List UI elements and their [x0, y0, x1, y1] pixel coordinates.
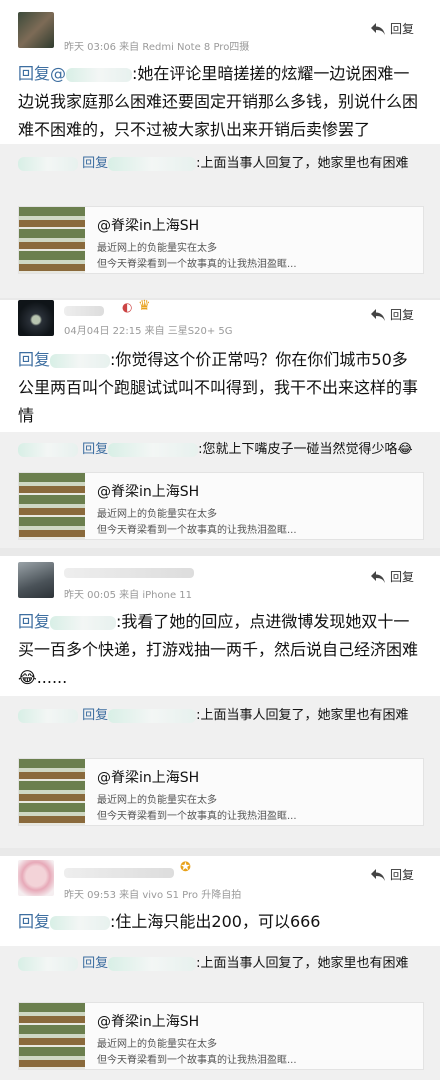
- linked-post-card[interactable]: @脊梁in上海SH 最近网上的负能量实在太多 但今天脊梁看到一个故事真的让我热泪…: [18, 1002, 424, 1070]
- avatar[interactable]: [18, 562, 54, 598]
- ellipsis: ......: [36, 668, 68, 687]
- quote-prefix[interactable]: 回复: [82, 442, 108, 457]
- post-desc-line2: 但今天脊梁看到一个故事真的让我热泪盈眶...: [97, 811, 297, 822]
- emoji-icon: 😂: [18, 668, 37, 687]
- blurred-username: [108, 442, 199, 457]
- reply-icon: [370, 22, 385, 35]
- quoted-reply: 回复 :上面当事人回复了，她家里也有困难 @脊梁in上海SH 最近网上的负能量实在…: [0, 144, 440, 298]
- quoted-reply: 回复 :上面当事人回复了，她家里也有困难 @脊梁in上海SH 最近网上的负能量实在…: [0, 946, 440, 1080]
- reply-button[interactable]: 回复: [370, 20, 414, 37]
- post-desc-line1: 最近网上的负能量实在太多: [97, 1039, 217, 1050]
- post-title: @脊梁in上海SH: [97, 770, 200, 786]
- vip-badge-icon: ◐: [122, 300, 133, 314]
- username[interactable]: [64, 568, 194, 578]
- username[interactable]: [64, 868, 174, 878]
- quote-text: 回复 :您就上下嘴皮子一碰当然觉得少咯😂: [18, 438, 422, 462]
- username[interactable]: [64, 306, 104, 316]
- quote-prefix[interactable]: 回复: [82, 156, 108, 171]
- blurred-username: [108, 156, 197, 171]
- post-desc-line2: 但今天脊梁看到一个故事真的让我热泪盈眶...: [97, 259, 297, 270]
- post-title: @脊梁in上海SH: [97, 218, 200, 234]
- blurred-username: [50, 615, 117, 630]
- blurred-username: [66, 67, 133, 82]
- blurred-username: [108, 956, 197, 971]
- blurred-username: [18, 442, 78, 457]
- comment-body: :住上海只能出200，可以666: [110, 912, 321, 931]
- quoted-reply: 回复 :上面当事人回复了，她家里也有困难 @脊梁in上海SH 最近网上的负能量实在…: [0, 696, 440, 848]
- comment-text: 回复:我看了她的回应，点进微博发现她双十一买一百多个快递，打游戏抽一两千，然后说…: [18, 608, 422, 692]
- reply-label: 回复: [389, 308, 414, 322]
- reply-icon: [370, 570, 385, 583]
- quote-body: :上面当事人回复了，她家里也有困难: [196, 156, 409, 171]
- reply-label: 回复: [389, 570, 414, 584]
- linked-post-card[interactable]: @脊梁in上海SH 最近网上的负能量实在太多 但今天脊梁看到一个故事真的让我热泪…: [18, 206, 424, 274]
- quote-text: 回复 :上面当事人回复了，她家里也有困难: [18, 704, 422, 728]
- comment-meta: 昨天 03:06 来自 Redmi Note 8 Pro四摄: [64, 42, 250, 53]
- reply-icon: [370, 308, 385, 321]
- comment-card: ✪ 昨天 09:53 来自 vivo S1 Pro 升降自拍 回复 回复 :住上海…: [0, 856, 440, 946]
- post-desc-line1: 最近网上的负能量实在太多: [97, 509, 217, 520]
- blurred-username: [18, 956, 78, 971]
- reply-prefix[interactable]: 回复: [18, 350, 50, 369]
- reply-prefix[interactable]: 回复@: [18, 64, 66, 83]
- reply-icon: [370, 868, 385, 881]
- reply-button[interactable]: 回复: [370, 568, 414, 585]
- blurred-username: [108, 708, 197, 723]
- comment-text: 回复@:她在评论里暗搓搓的炫耀一边说困难一边说我家庭那么困难还要固定开销那么多钱…: [18, 60, 422, 144]
- post-desc-line1: 最近网上的负能量实在太多: [97, 243, 217, 254]
- post-thumbnail: [19, 759, 85, 825]
- verified-badge-icon: ✪: [180, 860, 191, 875]
- emoji-icon: 😂: [397, 442, 413, 457]
- quote-body: :上面当事人回复了，她家里也有困难: [196, 708, 409, 723]
- quote-text: 回复 :上面当事人回复了，她家里也有困难: [18, 152, 422, 176]
- avatar[interactable]: [18, 300, 54, 336]
- reply-button[interactable]: 回复: [370, 866, 414, 883]
- blurred-username: [50, 353, 111, 368]
- comment-card: 昨天 03:06 来自 Redmi Note 8 Pro四摄 回复 回复@:她在…: [0, 0, 440, 144]
- blurred-username: [18, 156, 78, 171]
- quote-body: :您就上下嘴皮子一碰当然觉得少咯: [198, 442, 398, 457]
- post-thumbnail: [19, 473, 85, 539]
- blurred-username: [18, 708, 78, 723]
- post-thumbnail: [19, 1003, 85, 1069]
- reply-label: 回复: [389, 868, 414, 882]
- post-desc-line1: 最近网上的负能量实在太多: [97, 795, 217, 806]
- post-title: @脊梁in上海SH: [97, 484, 200, 500]
- quoted-reply: 回复 :您就上下嘴皮子一碰当然觉得少咯😂 @脊梁in上海SH 最近网上的负能量实在…: [0, 432, 440, 548]
- reply-label: 回复: [389, 22, 414, 36]
- blurred-username: [50, 915, 111, 930]
- comment-meta: 昨天 00:05 来自 iPhone 11: [64, 590, 193, 601]
- quote-prefix[interactable]: 回复: [82, 708, 108, 723]
- reply-button[interactable]: 回复: [370, 306, 414, 323]
- comment-text: 回复 :住上海只能出200，可以666: [18, 908, 422, 936]
- comment-card: 昨天 00:05 来自 iPhone 11 回复 回复:我看了她的回应，点进微博…: [0, 556, 440, 696]
- post-desc-line2: 但今天脊梁看到一个故事真的让我热泪盈眶...: [97, 1055, 297, 1066]
- comment-meta: 04月04日 22:15 来自 三星S20+ 5G: [64, 326, 233, 337]
- reply-prefix[interactable]: 回复: [18, 612, 50, 631]
- comment-meta: 昨天 09:53 来自 vivo S1 Pro 升降自拍: [64, 890, 242, 901]
- reply-prefix[interactable]: 回复: [18, 912, 50, 931]
- post-desc-line2: 但今天脊梁看到一个故事真的让我热泪盈眶...: [97, 525, 297, 536]
- quote-prefix[interactable]: 回复: [82, 956, 108, 971]
- comment-text: 回复:你觉得这个价正常吗？你在你们城市50多公里两百叫个跑腿试试叫不叫得到，我干…: [18, 346, 422, 430]
- crown-icon: ♛: [138, 298, 151, 314]
- quote-text: 回复 :上面当事人回复了，她家里也有困难: [18, 952, 422, 976]
- linked-post-card[interactable]: @脊梁in上海SH 最近网上的负能量实在太多 但今天脊梁看到一个故事真的让我热泪…: [18, 758, 424, 826]
- avatar[interactable]: [18, 860, 54, 896]
- linked-post-card[interactable]: @脊梁in上海SH 最近网上的负能量实在太多 但今天脊梁看到一个故事真的让我热泪…: [18, 472, 424, 540]
- post-thumbnail: [19, 207, 85, 273]
- post-title: @脊梁in上海SH: [97, 1014, 200, 1030]
- quote-body: :上面当事人回复了，她家里也有困难: [196, 956, 409, 971]
- avatar[interactable]: [18, 12, 54, 48]
- comment-card: ◐ ♛ 04月04日 22:15 来自 三星S20+ 5G 回复 回复:你觉得这…: [0, 298, 440, 432]
